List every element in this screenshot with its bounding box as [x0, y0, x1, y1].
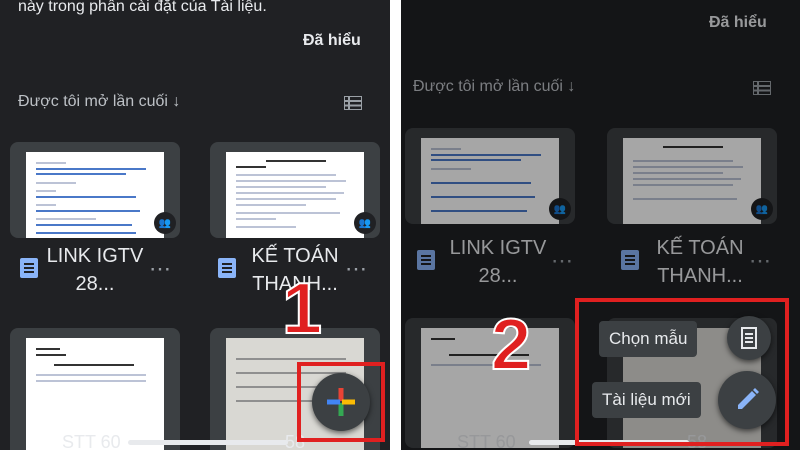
doc-icon: [20, 258, 38, 278]
more-icon[interactable]: ⋯: [345, 256, 368, 282]
doc-title[interactable]: STT 60: [457, 432, 516, 450]
home-indicator: [128, 440, 288, 445]
template-icon: [741, 327, 757, 349]
more-icon[interactable]: ⋯: [551, 248, 574, 274]
sort-label[interactable]: Được tôi mở lần cuối ↓: [18, 93, 180, 111]
pencil-icon: [738, 388, 759, 409]
screen-left: này trong phần cài đặt của Tài liệu. Đã …: [0, 0, 390, 450]
doc-card[interactable]: 👥: [607, 128, 777, 224]
shared-icon: 👥: [549, 198, 571, 220]
plus-icon: [327, 388, 355, 416]
doc-card[interactable]: 👥: [10, 142, 180, 238]
shared-icon: 👥: [354, 212, 376, 234]
doc-thumbnail: [421, 328, 559, 448]
step-number: 2: [490, 304, 532, 386]
more-icon[interactable]: ⋯: [749, 248, 772, 274]
screen-right: Đã hiểu Được tôi mở lần cuối ↓ 👥 LINK IG…: [401, 0, 800, 450]
template-button[interactable]: [727, 316, 771, 360]
banner-text: này trong phần cài đặt của Tài liệu.: [18, 0, 267, 15]
doc-icon: [621, 250, 639, 270]
doc-thumbnail: [226, 152, 364, 238]
got-it-button[interactable]: Đã hiểu: [303, 32, 361, 50]
list-view-icon[interactable]: [344, 96, 362, 110]
doc-title[interactable]: STT 60: [62, 432, 121, 450]
sort-label[interactable]: Được tôi mở lần cuối ↓: [413, 78, 575, 96]
create-fab[interactable]: [312, 373, 370, 431]
list-view-icon[interactable]: [753, 81, 771, 95]
doc-card[interactable]: 👥: [210, 142, 380, 238]
doc-card[interactable]: [405, 318, 575, 448]
template-label[interactable]: Chọn mẫu: [599, 321, 698, 357]
more-icon[interactable]: ⋯: [149, 256, 172, 282]
doc-title[interactable]: KẾ TOÁN THANH...: [645, 234, 755, 290]
doc-title[interactable]: LINK IGTV 28...: [40, 242, 150, 298]
doc-thumbnail: [26, 152, 164, 238]
doc-icon: [417, 250, 435, 270]
step-number: 1: [281, 268, 323, 350]
new-doc-button[interactable]: [718, 371, 776, 429]
doc-card[interactable]: 👥: [405, 128, 575, 224]
shared-icon: 👥: [154, 212, 176, 234]
shared-icon: 👥: [751, 198, 773, 220]
doc-thumbnail: [421, 138, 559, 224]
got-it-button[interactable]: Đã hiểu: [709, 14, 767, 32]
divider: [390, 0, 401, 450]
doc-icon: [218, 258, 236, 278]
doc-thumbnail: [623, 138, 761, 224]
doc-title[interactable]: LINK IGTV 28...: [443, 234, 553, 290]
new-doc-label[interactable]: Tài liệu mới: [592, 382, 701, 418]
